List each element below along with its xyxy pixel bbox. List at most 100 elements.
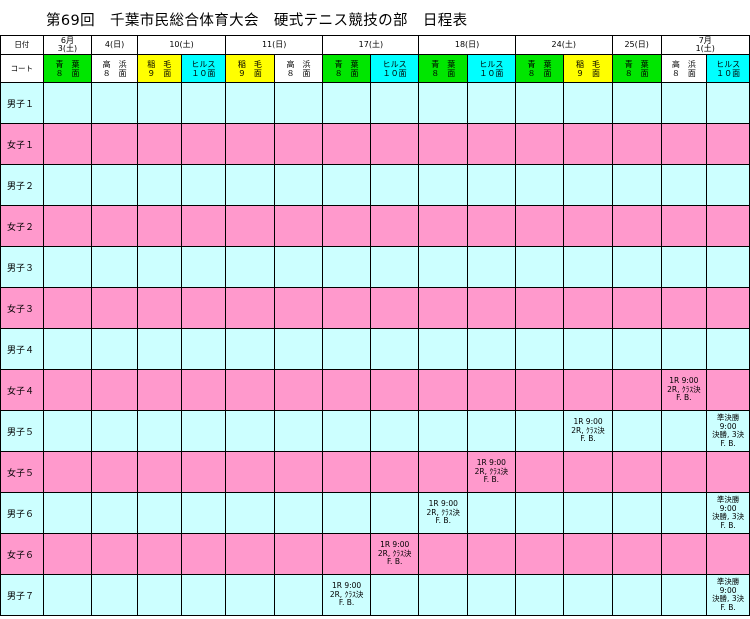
- table-cell: [225, 369, 275, 411]
- table-cell: [322, 410, 371, 452]
- row-label: 女子２: [0, 205, 44, 247]
- table-cell: [180, 492, 227, 534]
- table-row: 女子１: [0, 123, 750, 165]
- table-cell: [180, 533, 227, 575]
- table-cell: [136, 451, 182, 493]
- table-cell: [369, 328, 420, 370]
- table-cell: [42, 451, 93, 493]
- table-cell: [42, 164, 93, 206]
- court-cell: 青 葉 ８ 面: [418, 54, 469, 83]
- table-cell: [273, 328, 324, 370]
- table-cell: [660, 123, 708, 165]
- table-cell: [225, 533, 275, 575]
- table-cell: [273, 574, 324, 616]
- table-cell: [514, 533, 565, 575]
- table-cell: [180, 82, 227, 124]
- table-cell: [660, 246, 708, 288]
- table-row: 女子６ 1R 9:00 2R, ｸﾗｽ決 F. B.: [0, 533, 750, 575]
- table-cell: [136, 533, 182, 575]
- schedule-note: 準決勝 9:00 決勝, 3決 F. B.: [706, 574, 750, 616]
- row-label: 女子４: [0, 369, 44, 411]
- table-cell: [273, 369, 324, 411]
- table-cell: [225, 451, 275, 493]
- table-cell: [706, 82, 750, 124]
- court-header-label: コート: [0, 54, 44, 83]
- court-cell: 高 浜 ８ 面: [273, 54, 324, 83]
- table-cell: [563, 246, 613, 288]
- table-cell: [660, 492, 708, 534]
- date-cell: 25(日): [611, 35, 662, 55]
- table-cell: [611, 451, 662, 493]
- table-cell: [42, 574, 93, 616]
- table-cell: [225, 328, 275, 370]
- table-cell: [91, 328, 138, 370]
- table-cell: [706, 328, 750, 370]
- table-cell: [225, 492, 275, 534]
- page-title: 第69回 千葉市民総合体育大会 硬式テニス競技の部 日程表: [46, 13, 468, 29]
- table-cell: [225, 287, 275, 329]
- table-cell: [563, 328, 613, 370]
- table-cell: [563, 205, 613, 247]
- table-cell: [611, 410, 662, 452]
- table-cell: [514, 492, 565, 534]
- table-cell: [322, 492, 371, 534]
- row-label: 女子５: [0, 451, 44, 493]
- table-cell: [467, 82, 516, 124]
- date-cell: 18(日): [418, 35, 516, 55]
- row-label: 男子５: [0, 410, 44, 452]
- table-cell: [273, 410, 324, 452]
- schedule-note: 準決勝 9:00 決勝, 3決 F. B.: [706, 492, 750, 534]
- table-cell: [418, 369, 469, 411]
- table-cell: [369, 410, 420, 452]
- table-cell: [418, 574, 469, 616]
- table-cell: [706, 533, 750, 575]
- table-cell: [706, 164, 750, 206]
- table-cell: [322, 164, 371, 206]
- date-header-label: 日付: [0, 35, 44, 55]
- table-cell: [660, 410, 708, 452]
- table-cell: [91, 574, 138, 616]
- row-label: 男子６: [0, 492, 44, 534]
- table-cell: [180, 369, 227, 411]
- table-cell: [563, 287, 613, 329]
- table-cell: [91, 492, 138, 534]
- table-cell: [660, 82, 708, 124]
- table-cell: [91, 410, 138, 452]
- table-cell: [369, 574, 420, 616]
- table-cell: [369, 287, 420, 329]
- table-cell: [225, 164, 275, 206]
- table-cell: [660, 328, 708, 370]
- table-cell: [91, 205, 138, 247]
- row-label: 女子１: [0, 123, 44, 165]
- table-cell: [136, 82, 182, 124]
- table-cell: [273, 164, 324, 206]
- table-cell: [369, 369, 420, 411]
- table-cell: [42, 369, 93, 411]
- table-cell: [136, 369, 182, 411]
- table-cell: [563, 451, 613, 493]
- court-cell: 青 葉 ８ 面: [514, 54, 565, 83]
- table-cell: [136, 328, 182, 370]
- table-cell: [467, 328, 516, 370]
- table-cell: [467, 246, 516, 288]
- table-cell: [660, 287, 708, 329]
- table-cell: [611, 205, 662, 247]
- table-cell: [369, 82, 420, 124]
- date-cell: 4(日): [91, 35, 138, 55]
- table-cell: [225, 205, 275, 247]
- table-cell: [467, 205, 516, 247]
- table-cell: [136, 492, 182, 534]
- table-cell: [514, 164, 565, 206]
- table-cell: [563, 533, 613, 575]
- table-cell: [514, 246, 565, 288]
- table-cell: [91, 451, 138, 493]
- table-cell: [322, 123, 371, 165]
- date-header-row: 日付 6月 3(土) 4(日) 10(土) 11(日) 17(土) 18(日) 24(土) 25…: [0, 35, 750, 55]
- table-cell: [322, 533, 371, 575]
- court-cell: 稲 毛 ９ 面: [225, 54, 275, 83]
- table-cell: [660, 574, 708, 616]
- table-cell: [514, 410, 565, 452]
- table-row: 女子２: [0, 205, 750, 247]
- table-cell: [273, 246, 324, 288]
- schedule-table: 日付 6月 3(土) 4(日) 10(土) 11(日) 17(土) 18(日) 24(土) 25…: [0, 35, 750, 616]
